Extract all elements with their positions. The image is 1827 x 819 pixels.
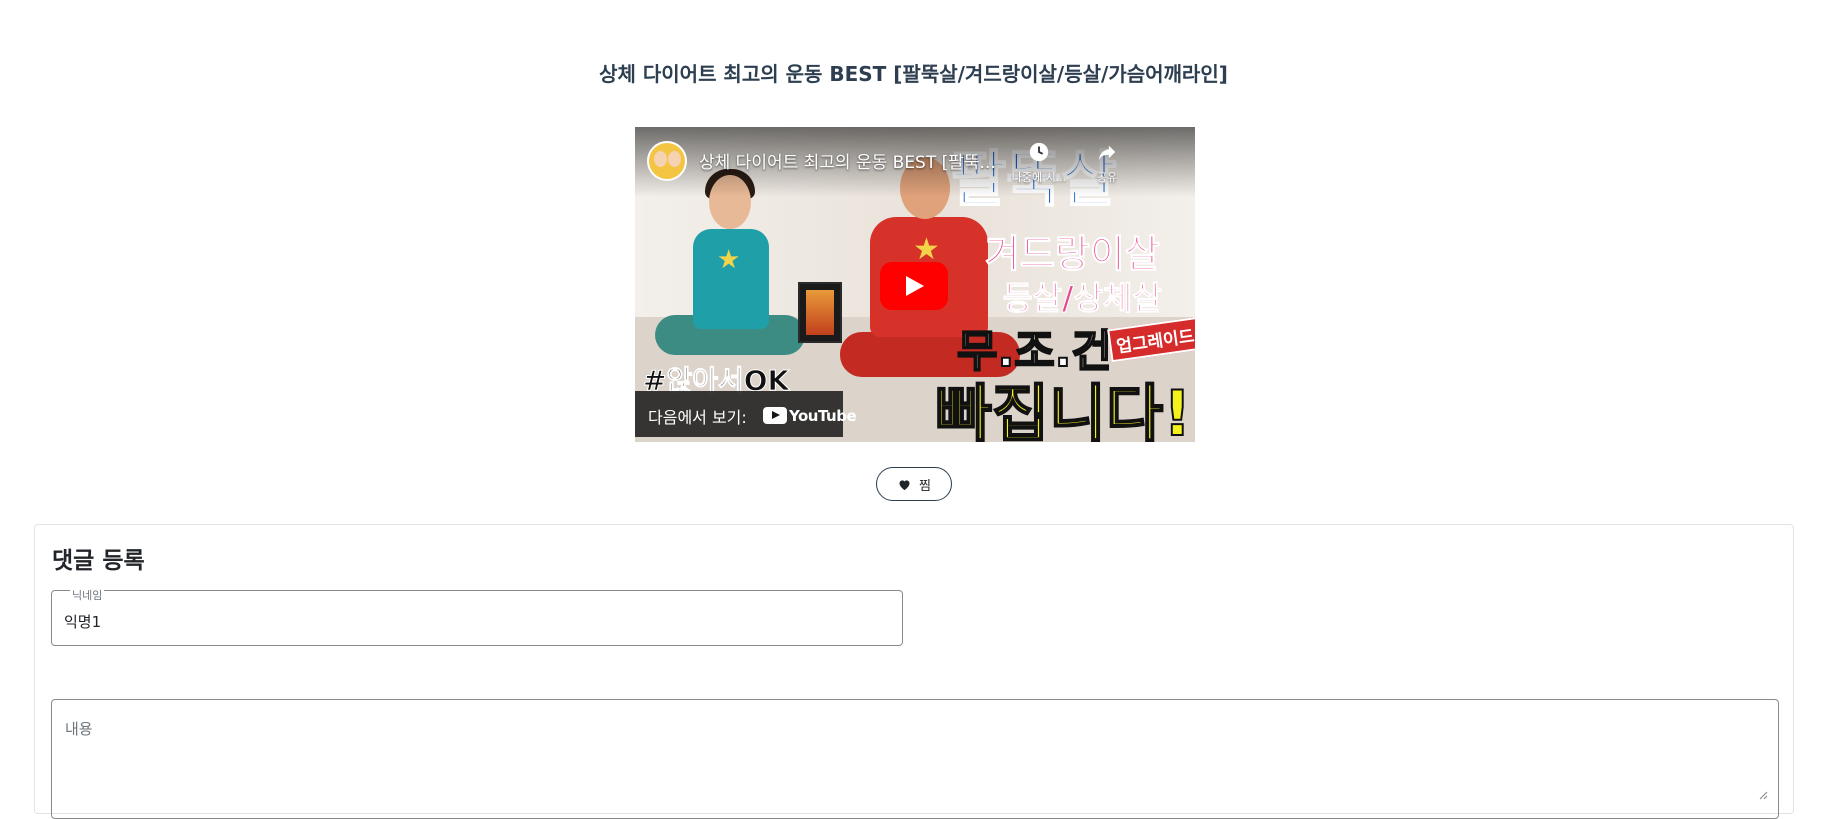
thumbnail-text-big: 빠집니다! (934, 376, 1192, 442)
youtube-embed[interactable]: ★ ★ 팔뚝살 겨드랑이살 등살/상체살 무.조.건 업그레이드 빠집니다! #… (635, 127, 1195, 442)
video-play-button[interactable] (880, 262, 948, 310)
nickname-field[interactable]: 닉네임 익명1 (51, 587, 903, 646)
video-title[interactable]: 상체 다이어트 최고의 운동 BEST [팔뚝... (699, 148, 996, 173)
channel-avatar[interactable] (647, 141, 687, 181)
watch-later-label: 나중에 시... (1011, 171, 1067, 184)
watch-on-youtube-button[interactable]: 다음에서 보기: YouTube (635, 391, 857, 437)
share-button[interactable]: 공유 (1072, 141, 1142, 185)
nickname-value: 익명1 (64, 613, 102, 631)
youtube-logo: YouTube (763, 405, 857, 425)
share-icon (1072, 141, 1142, 169)
watch-later-button[interactable]: 나중에 시... (1004, 141, 1074, 185)
content-textarea[interactable]: 내용 (51, 699, 1779, 819)
nickname-label: 닉네임 (70, 587, 105, 603)
poster-frame (798, 282, 842, 343)
like-button[interactable]: 찜 (876, 467, 952, 501)
comment-form-title: 댓글 등록 (52, 548, 145, 574)
person-left-body (693, 229, 769, 329)
content-placeholder: 내용 (65, 720, 93, 738)
youtube-wordmark: YouTube (789, 406, 857, 425)
play-icon (906, 276, 924, 296)
thumbnail-text-sub2: 등살/상체살 (1003, 279, 1163, 318)
page-title: 상체 다이어트 최고의 운동 BEST [팔뚝살/겨드랑이살/등살/가슴어깨라인… (599, 62, 1228, 86)
share-label: 공유 (1096, 171, 1118, 184)
comment-form-card: 댓글 등록 닉네임 익명1 내용 (34, 524, 1794, 819)
clock-icon (1004, 141, 1074, 169)
youtube-play-icon (763, 407, 787, 424)
watch-on-label: 다음에서 보기: (648, 408, 747, 427)
star-emblem-icon: ★ (717, 245, 741, 275)
thumbnail-text-sub1: 겨드랑이살 (985, 232, 1161, 277)
heart-icon (899, 479, 910, 490)
like-label: 찜 (919, 478, 931, 494)
